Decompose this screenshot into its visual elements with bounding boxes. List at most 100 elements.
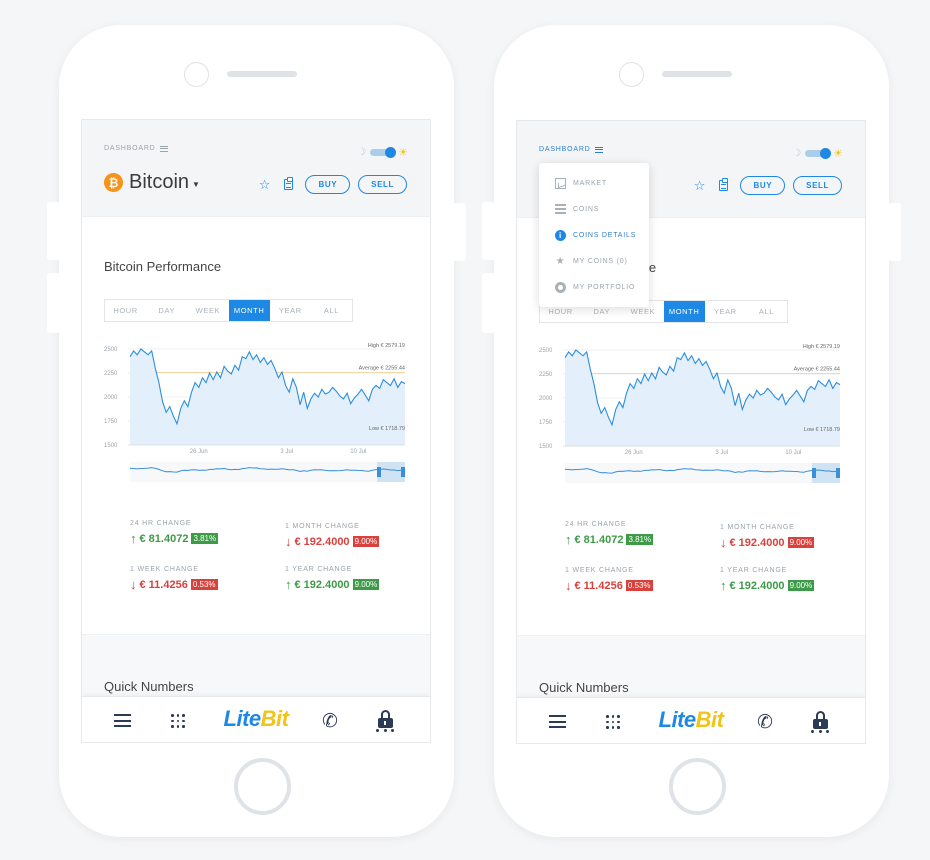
- change-percent-badge: 9.00%: [352, 579, 380, 590]
- quick-numbers-title: Quick Numbers: [104, 679, 194, 694]
- navigator-selection: [377, 462, 405, 482]
- change-value: € 192.4000: [294, 535, 350, 548]
- star-icon: ★: [555, 255, 566, 267]
- menu-item-label: MY PORTFOLIO: [573, 283, 636, 291]
- clipboard-icon[interactable]: [284, 177, 294, 190]
- change-percent-badge: 9.00%: [787, 580, 815, 591]
- y-tick-label: 1750: [539, 420, 553, 426]
- menu-item-my-portfolio[interactable]: MY PORTFOLIO: [539, 274, 649, 300]
- home-button[interactable]: [669, 758, 726, 815]
- y-tick-label: 1500: [539, 444, 553, 450]
- star-icon[interactable]: ☆: [259, 177, 271, 193]
- tab-hour[interactable]: HOUR: [105, 300, 146, 321]
- phone-side-button: [453, 203, 466, 261]
- phone-side-button: [47, 202, 60, 260]
- tab-month[interactable]: MONTH: [228, 300, 270, 321]
- phone-side-button: [482, 202, 495, 260]
- tab-all[interactable]: ALL: [311, 300, 352, 321]
- sell-button[interactable]: SELL: [358, 175, 407, 194]
- y-tick-label: 2000: [104, 395, 118, 401]
- logo-lite: Lite: [658, 707, 697, 732]
- navigator-handle-left: [812, 468, 816, 478]
- menu-item-market[interactable]: MARKET: [539, 170, 649, 196]
- clipboard-icon[interactable]: [719, 178, 729, 191]
- lock-icon[interactable]: [376, 710, 394, 732]
- navigator-handle-left: [377, 467, 381, 477]
- change-label: 24 HR CHANGE: [130, 520, 192, 527]
- tab-week[interactable]: WEEK: [187, 300, 228, 321]
- arrow-up-icon: ↑: [285, 577, 292, 592]
- change-value-row: ↓ € 192.4000 9.00%: [285, 534, 380, 549]
- average-label: Average € 2255.44: [794, 366, 840, 372]
- phone-side-button: [47, 273, 60, 333]
- x-tick-label: 10 Jul: [350, 449, 366, 455]
- theme-toggle-switch[interactable]: [805, 147, 832, 159]
- menu-item-label: MARKET: [573, 179, 607, 187]
- tab-year[interactable]: YEAR: [705, 301, 746, 322]
- buy-button[interactable]: BUY: [305, 175, 351, 194]
- change-1year: 1 YEAR CHANGE ↑ € 192.4000 9.00%: [285, 566, 380, 592]
- theme-toggle-group: ☽ ☀: [792, 147, 843, 160]
- change-value-row: ↑ € 81.4072 3.81%: [130, 531, 219, 546]
- lock-icon[interactable]: [811, 711, 829, 733]
- coin-name: Bitcoin: [129, 171, 190, 193]
- dashboard-dropdown-menu: MARKET COINS i COINS DETAILS ★ MY COINS …: [539, 163, 649, 307]
- change-percent-badge: 3.81%: [626, 534, 654, 545]
- tab-day[interactable]: DAY: [146, 300, 187, 321]
- arrow-down-icon: ↓: [565, 578, 572, 593]
- change-label: 1 WEEK CHANGE: [565, 567, 634, 574]
- dashboard-menu-toggle[interactable]: DASHBOARD: [104, 145, 168, 152]
- price-chart: 2500 2250 2000 1750 1500 High € 2579.19 Averag…: [539, 344, 841, 483]
- chart-icon: [555, 177, 566, 189]
- moon-icon: ☽: [357, 147, 367, 158]
- change-1month: 1 MONTH CHANGE ↓ € 192.4000 9.00%: [285, 523, 380, 549]
- y-tick-label: 1500: [104, 443, 118, 449]
- change-1month: 1 MONTH CHANGE ↓ € 192.4000 9.00%: [720, 524, 815, 550]
- coin-selector[interactable]: ₿ Bitcoin ▼: [104, 171, 200, 194]
- phone-frame-right: DASHBOARD ☽ ☀ ☆ BUY SELL Bitcoin Perform…: [482, 25, 901, 837]
- menu-item-my-coins[interactable]: ★ MY COINS (0): [539, 248, 649, 274]
- arrow-down-icon: ↓: [720, 535, 727, 550]
- change-percent-badge: 3.81%: [191, 533, 219, 544]
- logo-bit: Bit: [260, 706, 289, 731]
- tab-year[interactable]: YEAR: [270, 300, 311, 321]
- hamburger-icon: [159, 145, 168, 152]
- change-1week: 1 WEEK CHANGE ↓ € 11.4256 0.53%: [565, 567, 653, 593]
- coin-actions: ☆ BUY SELL: [694, 176, 842, 195]
- dashboard-label: DASHBOARD: [539, 146, 591, 153]
- timeframe-tabs: HOUR DAY WEEK MONTH YEAR ALL: [104, 299, 353, 322]
- dashboard-menu-toggle[interactable]: DASHBOARD: [539, 146, 603, 153]
- theme-toggle-switch[interactable]: [370, 146, 397, 158]
- low-label: Low € 1718.79: [804, 427, 840, 433]
- tab-month[interactable]: MONTH: [663, 301, 705, 322]
- home-button[interactable]: [234, 758, 291, 815]
- price-chart: 2500 2250 2000 1750 1500 High € 2579.19 Averag…: [104, 343, 406, 482]
- change-percent-badge: 0.53%: [190, 579, 218, 590]
- x-tick-label: 10 Jul: [785, 450, 801, 456]
- bottom-tab-bar: LiteBit ✆: [517, 697, 865, 743]
- logo-lite: Lite: [223, 706, 262, 731]
- phone-side-button: [482, 273, 495, 333]
- high-label: High € 2579.19: [803, 344, 840, 350]
- y-tick-label: 2000: [539, 396, 553, 402]
- sell-button[interactable]: SELL: [793, 176, 842, 195]
- arrow-up-icon: ↑: [130, 531, 137, 546]
- change-value-row: ↓ € 11.4256 0.53%: [565, 578, 653, 593]
- phone-icon[interactable]: ✆: [322, 710, 338, 733]
- performance-title: Bitcoin Performance: [104, 259, 222, 274]
- menu-item-coins[interactable]: COINS: [539, 196, 649, 222]
- high-label: High € 2579.19: [368, 343, 405, 349]
- y-tick-label: 2500: [104, 347, 118, 353]
- theme-toggle-group: ☽ ☀: [357, 146, 408, 159]
- bottom-tab-bar: LiteBit ✆: [82, 696, 430, 742]
- phone-camera: [619, 62, 644, 87]
- menu-item-coins-details[interactable]: i COINS DETAILS: [539, 222, 649, 248]
- hamburger-icon: [594, 146, 603, 153]
- info-icon: i: [555, 229, 566, 241]
- phone-icon[interactable]: ✆: [757, 711, 773, 734]
- buy-button[interactable]: BUY: [740, 176, 786, 195]
- change-label: 1 MONTH CHANGE: [285, 523, 360, 530]
- tab-all[interactable]: ALL: [746, 301, 787, 322]
- arrow-down-icon: ↓: [130, 577, 137, 592]
- star-icon[interactable]: ☆: [694, 178, 706, 194]
